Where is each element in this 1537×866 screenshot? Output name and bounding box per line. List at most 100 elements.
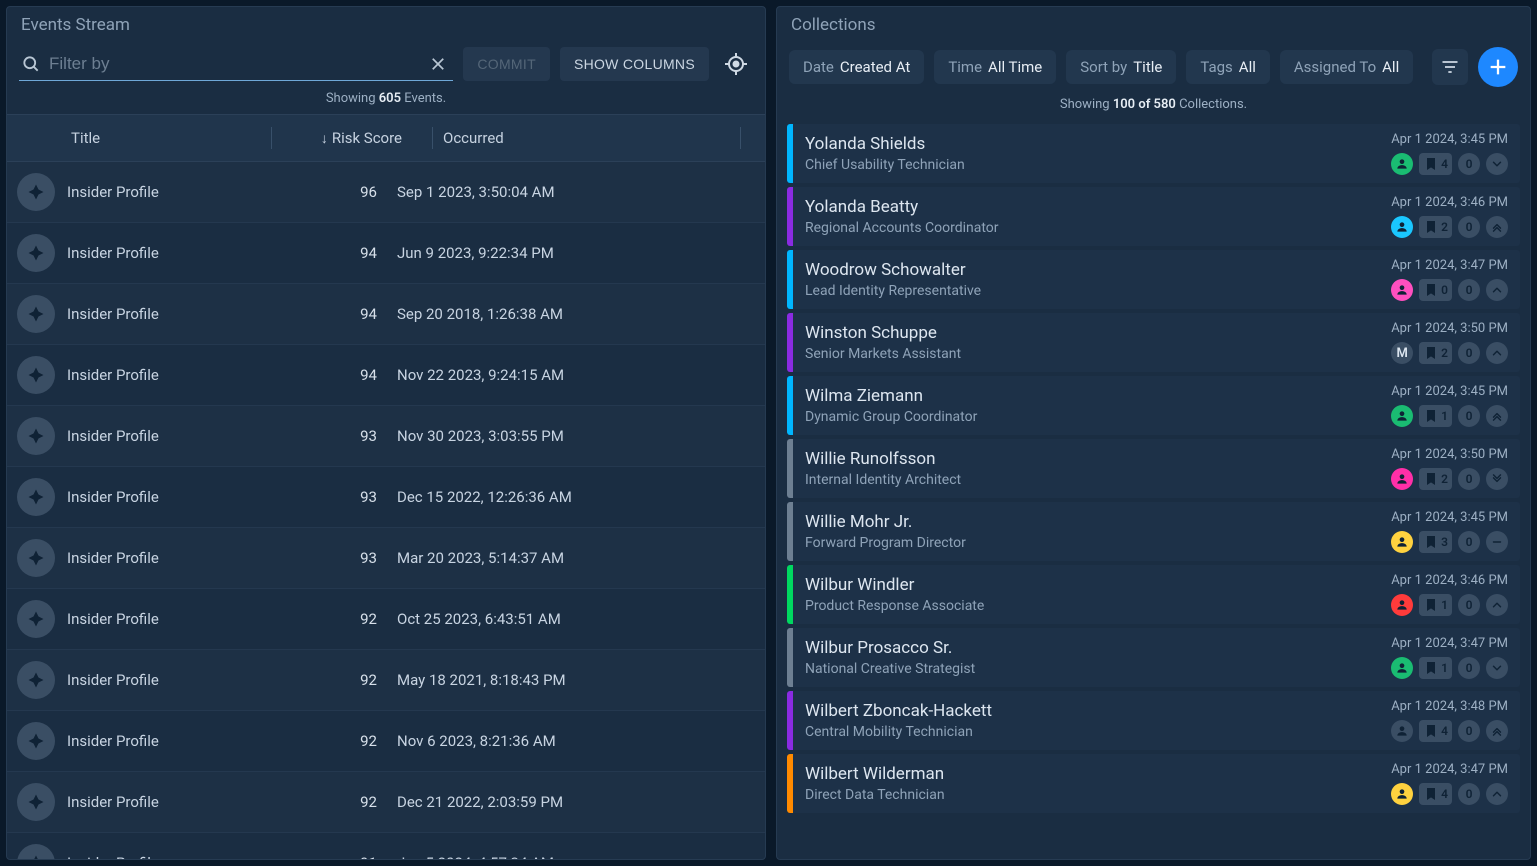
event-occurred: Nov 6 2023, 8:21:36 AM <box>397 732 755 750</box>
collection-name: Wilbert Wilderman <box>805 764 1367 784</box>
chip-label: Date <box>803 58 834 76</box>
event-row[interactable]: Insider Profile94Sep 20 2018, 1:26:38 AM <box>7 284 765 345</box>
priority-icon <box>1486 342 1508 364</box>
filter-chip[interactable]: TimeAll Time <box>934 50 1056 84</box>
event-row[interactable]: Insider Profile96Sep 1 2023, 3:50:04 AM <box>7 162 765 223</box>
collection-date: Apr 1 2024, 3:50 PM <box>1391 321 1508 336</box>
event-title: Insider Profile <box>67 732 257 750</box>
collection-row[interactable]: Yolanda ShieldsChief Usability Technicia… <box>787 124 1520 183</box>
collection-row[interactable]: Wilbur WindlerProduct Response Associate… <box>787 565 1520 624</box>
event-risk: 94 <box>257 305 397 323</box>
avatar-icon <box>1391 594 1413 616</box>
event-title: Insider Profile <box>67 366 257 384</box>
collection-date: Apr 1 2024, 3:45 PM <box>1391 384 1508 399</box>
commit-button[interactable]: COMMIT <box>463 47 550 81</box>
priority-icon <box>1486 531 1508 553</box>
collections-body[interactable]: Yolanda ShieldsChief Usability Technicia… <box>777 120 1530 859</box>
filter-chip[interactable]: TagsAll <box>1186 50 1270 84</box>
collection-main: Yolanda ShieldsChief Usability Technicia… <box>793 124 1379 183</box>
collection-date: Apr 1 2024, 3:46 PM <box>1391 195 1508 210</box>
collection-date: Apr 1 2024, 3:47 PM <box>1391 762 1508 777</box>
filter-icon[interactable] <box>1432 49 1468 85</box>
event-risk: 92 <box>257 793 397 811</box>
event-type-icon <box>17 234 55 272</box>
badges: 20 <box>1391 216 1508 238</box>
badges: 20 <box>1391 468 1508 490</box>
collection-meta: Apr 1 2024, 3:45 PM10 <box>1379 376 1520 435</box>
event-row[interactable]: Insider Profile94Jun 9 2023, 9:22:34 PM <box>7 223 765 284</box>
count-badge: 0 <box>1458 531 1480 553</box>
avatar-icon <box>1391 531 1413 553</box>
chip-label: Time <box>948 58 982 76</box>
count-badge: 0 <box>1458 279 1480 301</box>
add-collection-button[interactable] <box>1478 47 1518 87</box>
event-risk: 92 <box>257 671 397 689</box>
col-risk-label: Risk Score <box>332 129 402 147</box>
collection-row[interactable]: Wilma ZiemannDynamic Group CoordinatorAp… <box>787 376 1520 435</box>
column-divider <box>271 127 272 149</box>
clear-icon[interactable] <box>429 55 451 73</box>
collection-row[interactable]: Willie Mohr Jr.Forward Program DirectorA… <box>787 502 1520 561</box>
filter-chip[interactable]: Sort by Title <box>1066 50 1176 84</box>
collection-row[interactable]: Winston SchuppeSenior Markets AssistantA… <box>787 313 1520 372</box>
badges: 30 <box>1391 531 1508 553</box>
col-risk[interactable]: ↓ Risk Score <box>282 129 422 147</box>
collection-sub: Chief Usability Technician <box>805 157 1367 173</box>
event-type-icon <box>17 478 55 516</box>
col-occurred[interactable]: Occurred <box>443 129 730 147</box>
event-row[interactable]: Insider Profile92Dec 21 2022, 2:03:59 PM <box>7 772 765 833</box>
filter-chip[interactable]: DateCreated At <box>789 50 924 84</box>
event-row[interactable]: Insider Profile93Dec 15 2022, 12:26:36 A… <box>7 467 765 528</box>
event-row[interactable]: Insider Profile94Nov 22 2023, 9:24:15 AM <box>7 345 765 406</box>
collection-date: Apr 1 2024, 3:48 PM <box>1391 699 1508 714</box>
chip-value: All <box>1382 58 1399 76</box>
event-type-icon <box>17 783 55 821</box>
avatar-icon <box>1391 468 1413 490</box>
collection-row[interactable]: Wilbert WildermanDirect Data TechnicianA… <box>787 754 1520 813</box>
collection-date: Apr 1 2024, 3:46 PM <box>1391 573 1508 588</box>
collection-main: Woodrow SchowalterLead Identity Represen… <box>793 250 1379 309</box>
search-input[interactable] <box>43 52 429 76</box>
events-body[interactable]: Insider Profile96Sep 1 2023, 3:50:04 AMI… <box>7 162 765 859</box>
collections-toolbar: DateCreated At TimeAll Time Sort by Title Ta… <box>777 41 1530 97</box>
collection-main: Wilbur WindlerProduct Response Associate <box>793 565 1379 624</box>
event-row[interactable]: Insider Profile92Nov 6 2023, 8:21:36 AM <box>7 711 765 772</box>
chip-value: Title <box>1133 58 1162 76</box>
count-badge: 0 <box>1458 720 1480 742</box>
event-title: Insider Profile <box>67 854 257 859</box>
col-title[interactable]: Title <box>71 129 261 147</box>
priority-icon <box>1486 153 1508 175</box>
collection-row[interactable]: Wilbert Zboncak-HackettCentral Mobility … <box>787 691 1520 750</box>
event-type-icon <box>17 356 55 394</box>
collection-sub: Dynamic Group Coordinator <box>805 409 1367 425</box>
bookmark-badge: 1 <box>1419 594 1452 616</box>
collection-row[interactable]: Woodrow SchowalterLead Identity Represen… <box>787 250 1520 309</box>
event-occurred: Dec 21 2022, 2:03:59 PM <box>397 793 755 811</box>
bookmark-badge: 1 <box>1419 405 1452 427</box>
event-occurred: May 18 2021, 8:18:43 PM <box>397 671 755 689</box>
summary-count: 100 of 580 <box>1113 97 1176 112</box>
filter-chip[interactable]: Assigned ToAll <box>1280 50 1413 84</box>
chip-label: Sort by <box>1080 58 1127 76</box>
event-row[interactable]: Insider Profile93Nov 30 2023, 3:03:55 PM <box>7 406 765 467</box>
count-badge: 0 <box>1458 216 1480 238</box>
collection-row[interactable]: Willie RunolfssonInternal Identity Archi… <box>787 439 1520 498</box>
collection-meta: Apr 1 2024, 3:48 PM40 <box>1379 691 1520 750</box>
event-risk: 94 <box>257 244 397 262</box>
locate-icon[interactable] <box>719 47 753 81</box>
event-row[interactable]: Insider Profile92Oct 25 2023, 6:43:51 AM <box>7 589 765 650</box>
collection-date: Apr 1 2024, 3:45 PM <box>1391 510 1508 525</box>
event-row[interactable]: Insider Profile93Mar 20 2023, 5:14:37 AM <box>7 528 765 589</box>
collection-row[interactable]: Yolanda BeattyRegional Accounts Coordina… <box>787 187 1520 246</box>
event-risk: 93 <box>257 427 397 445</box>
event-occurred: Nov 22 2023, 9:24:15 AM <box>397 366 755 384</box>
show-columns-button[interactable]: SHOW COLUMNS <box>560 47 709 81</box>
event-risk: 96 <box>257 183 397 201</box>
event-type-icon <box>17 539 55 577</box>
event-row[interactable]: Insider Profile92May 18 2021, 8:18:43 PM <box>7 650 765 711</box>
event-row[interactable]: Insider Profile91Jan 5 2024, 4:57:34 AM <box>7 833 765 859</box>
event-occurred: Jun 9 2023, 9:22:34 PM <box>397 244 755 262</box>
collection-row[interactable]: Wilbur Prosacco Sr.National Creative Str… <box>787 628 1520 687</box>
event-type-icon <box>17 600 55 638</box>
event-title: Insider Profile <box>67 549 257 567</box>
